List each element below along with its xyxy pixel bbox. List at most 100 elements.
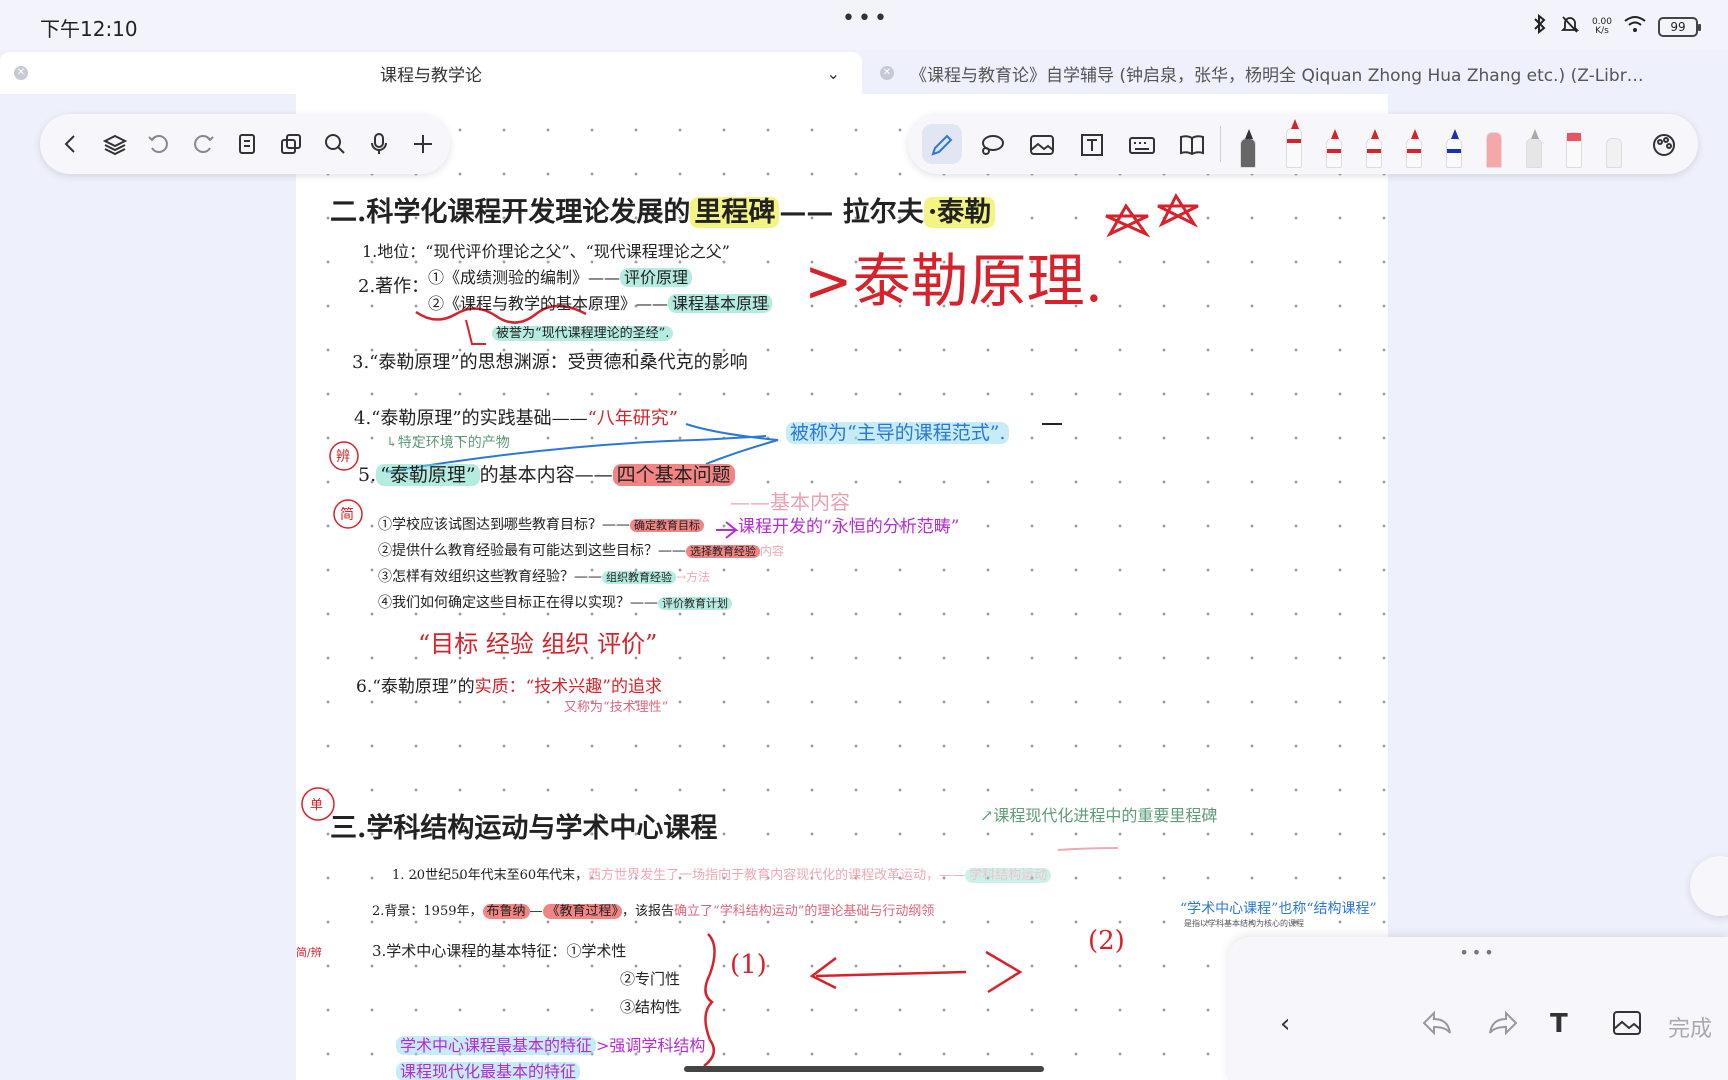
toolbar-separator [1220,126,1221,162]
note-text: 2.背景：1959年， [372,904,483,919]
wifi-icon [1624,15,1646,38]
multitask-dots[interactable]: ••• [842,6,890,31]
mark-jian: 简 [340,507,354,523]
note-text: 内容 [760,544,785,558]
note-text: ①学校应该试图达到哪些教育目标？—— [378,517,630,533]
tab-title: 《课程与教育论》自学辅导 (钟启泉，张华，杨明全 Qiquan Zhong Hu… [910,65,1644,86]
tab-course-notes[interactable]: ✕ 课程与教学论 ⌄ [0,52,862,94]
redo-icon[interactable] [190,131,216,157]
close-icon[interactable]: ✕ [880,66,894,80]
status-time: 下午12:10 [40,17,138,41]
note-text: ④我们如何确定这些目标正在得以实现？—— [378,595,658,611]
note-item-2-1: ①《成绩测验的编制》—— 评价原理 [428,264,693,288]
undo-icon[interactable] [146,131,172,157]
heading-highlight: ·泰勒 [923,197,996,228]
red-fineliner-tool[interactable] [1406,129,1422,168]
purple-note: 课程开发的“永恒的分析范畴” [738,517,960,537]
side-blue-small-note: 是指以学科基本结构为核心的课程 [1184,919,1304,928]
note-text: >强调学科结构 [596,1036,706,1055]
note-tag: “泰勒原理” [376,464,480,486]
note-text: 6.“泰勒原理”的 [356,677,475,697]
page-icon[interactable] [234,131,260,157]
keyboard-icon[interactable] [1128,131,1156,159]
ruler-tool[interactable] [1606,138,1622,168]
note-item-6: 6.“泰勒原理”的实质：“技术兴趣”的追求 [356,672,662,697]
red-ballpoint-tool[interactable] [1366,129,1382,168]
heading-part: 二.科学化课程开发理论发展的 [330,197,691,228]
note-text: ：“技术兴趣”的追求 [508,677,662,697]
fountain-pen-tool[interactable] [1240,129,1256,168]
done-button[interactable]: 完成 [1668,1011,1712,1043]
copy-icon[interactable] [278,131,304,157]
chevron-down-icon[interactable]: ⌄ [827,64,840,83]
add-icon[interactable] [410,131,436,157]
note-text: 实质 [474,677,509,697]
note-text: →方法 [676,570,711,584]
pencil-tool[interactable] [1526,129,1542,168]
red-pen-tool[interactable] [1286,119,1302,168]
drawing-toolbar [908,114,1698,174]
note-item-4-b: ↳特定环境下的产物 [386,435,510,451]
note-tag: 《教育过程》 [542,904,623,919]
text-tool-icon[interactable]: T [1550,1009,1568,1039]
note-text: ③怎样有效组织这些教育经验？—— [378,569,602,585]
question-1: ①学校应该试图达到哪些教育目标？—— 确定教育目标 [378,514,704,534]
book-icon[interactable] [1178,131,1206,159]
paren-one: (1) [730,950,767,980]
mark-dan: 单 [310,798,324,813]
pen-icon[interactable] [928,131,956,159]
s-item-2: 2.背景：1959年， 布鲁纳 — 《教育过程》 ，该报告确立了“学科结构运动”的理论基… [372,900,934,919]
heading-part: —— 拉尔夫 [779,197,924,228]
image-icon[interactable] [1028,131,1056,159]
note-item-1: 1.地位：“现代评价理论之父”、“现代课程理论之父” [362,242,730,261]
note-tag: 四个基本问题 [612,464,735,486]
note-item-3: 3.“泰勒原理”的思想渊源：受贾德和桑代克的影响 [352,352,748,373]
battery-indicator: 99 [1658,16,1701,37]
red-pencil-tool[interactable] [1326,129,1342,168]
pink-highlighter-tool[interactable] [1486,132,1502,168]
question-2: ②提供什么教育经验最有可能达到这些目标？—— 选择教育经验 内容 [378,540,784,560]
note-text: ，该报告 [622,904,675,919]
home-indicator[interactable] [684,1066,1044,1072]
panel-drag-handle[interactable]: ••• [1228,943,1728,962]
insert-image-icon[interactable] [1612,1009,1642,1044]
note-tag: 学术中心课程最基本的特征 [396,1036,597,1055]
note-item-2-label: 2.著作： [358,276,430,297]
color-palette-icon[interactable] [1650,131,1678,159]
note-tag: 布鲁纳 [482,904,530,919]
note-page[interactable]: 二.科学化课程开发理论发展的里程碑—— 拉尔夫·泰勒 ☆☆ 1.地位：“现代评价… [296,94,1388,1080]
s-item-3-3: ③结构性 [620,998,681,1016]
back-icon[interactable]: ‹ [1280,1009,1290,1039]
side-pen-handle[interactable] [1690,856,1728,916]
mark-jianbian: 简/辨 [296,946,322,959]
note-tag: 确定教育目标 [630,519,704,532]
question-4: ④我们如何确定这些目标正在得以实现？—— 评价教育计划 [378,592,732,612]
text-box-icon[interactable] [1078,131,1106,159]
undo-arrow-icon[interactable] [1420,1009,1454,1044]
note-item-5: 5. “泰勒原理” 的基本内容—— 四个基本问题 [358,460,735,487]
note-text: ①《成绩测验的编制》—— [428,268,621,287]
note-text: 确立了“学科结构运动”的理论基础与行动纲领 [674,904,935,919]
eraser-tool[interactable] [1566,132,1582,168]
back-icon[interactable] [58,131,84,157]
note-tag: 被称为“主导的课程范式”. [786,422,1010,444]
microphone-icon[interactable] [366,131,392,157]
layers-icon[interactable] [102,131,128,157]
note-tag: 选择教育经验 [686,545,760,558]
question-3: ③怎样有效组织这些教育经验？—— 组织教育经验 →方法 [378,566,710,586]
tab-bar: ✕ 课程与教学论 ⌄ ✕ 《课程与教育论》自学辅导 (钟启泉，张华，杨明全 Qi… [0,52,1728,94]
redo-arrow-icon[interactable] [1486,1009,1520,1044]
status-bar: 下午12:10 ••• 0.00 K/s 99 [0,0,1728,50]
search-icon[interactable] [322,131,348,157]
stars-mark: ☆☆ [1102,188,1104,189]
blue-marker-tool[interactable] [1446,129,1462,168]
mute-bell-icon [1560,14,1580,39]
net-speed-unit: K/s [1595,25,1609,36]
note-text: 1. 20世纪50年代末至60年代末， [392,868,589,883]
big-red-note: >泰勒原理. [804,247,1104,315]
net-speed: 0.00 K/s [1592,17,1612,36]
section-heading-3: 三.学科结构运动与学术中心课程 [330,813,718,844]
note-item-2-3: 被誉为“现代课程理论的圣经”. [492,322,674,341]
lasso-icon[interactable] [978,131,1006,159]
tab-reference-book[interactable]: ✕ 《课程与教育论》自学辅导 (钟启泉，张华，杨明全 Qiquan Zhong … [866,52,1728,94]
